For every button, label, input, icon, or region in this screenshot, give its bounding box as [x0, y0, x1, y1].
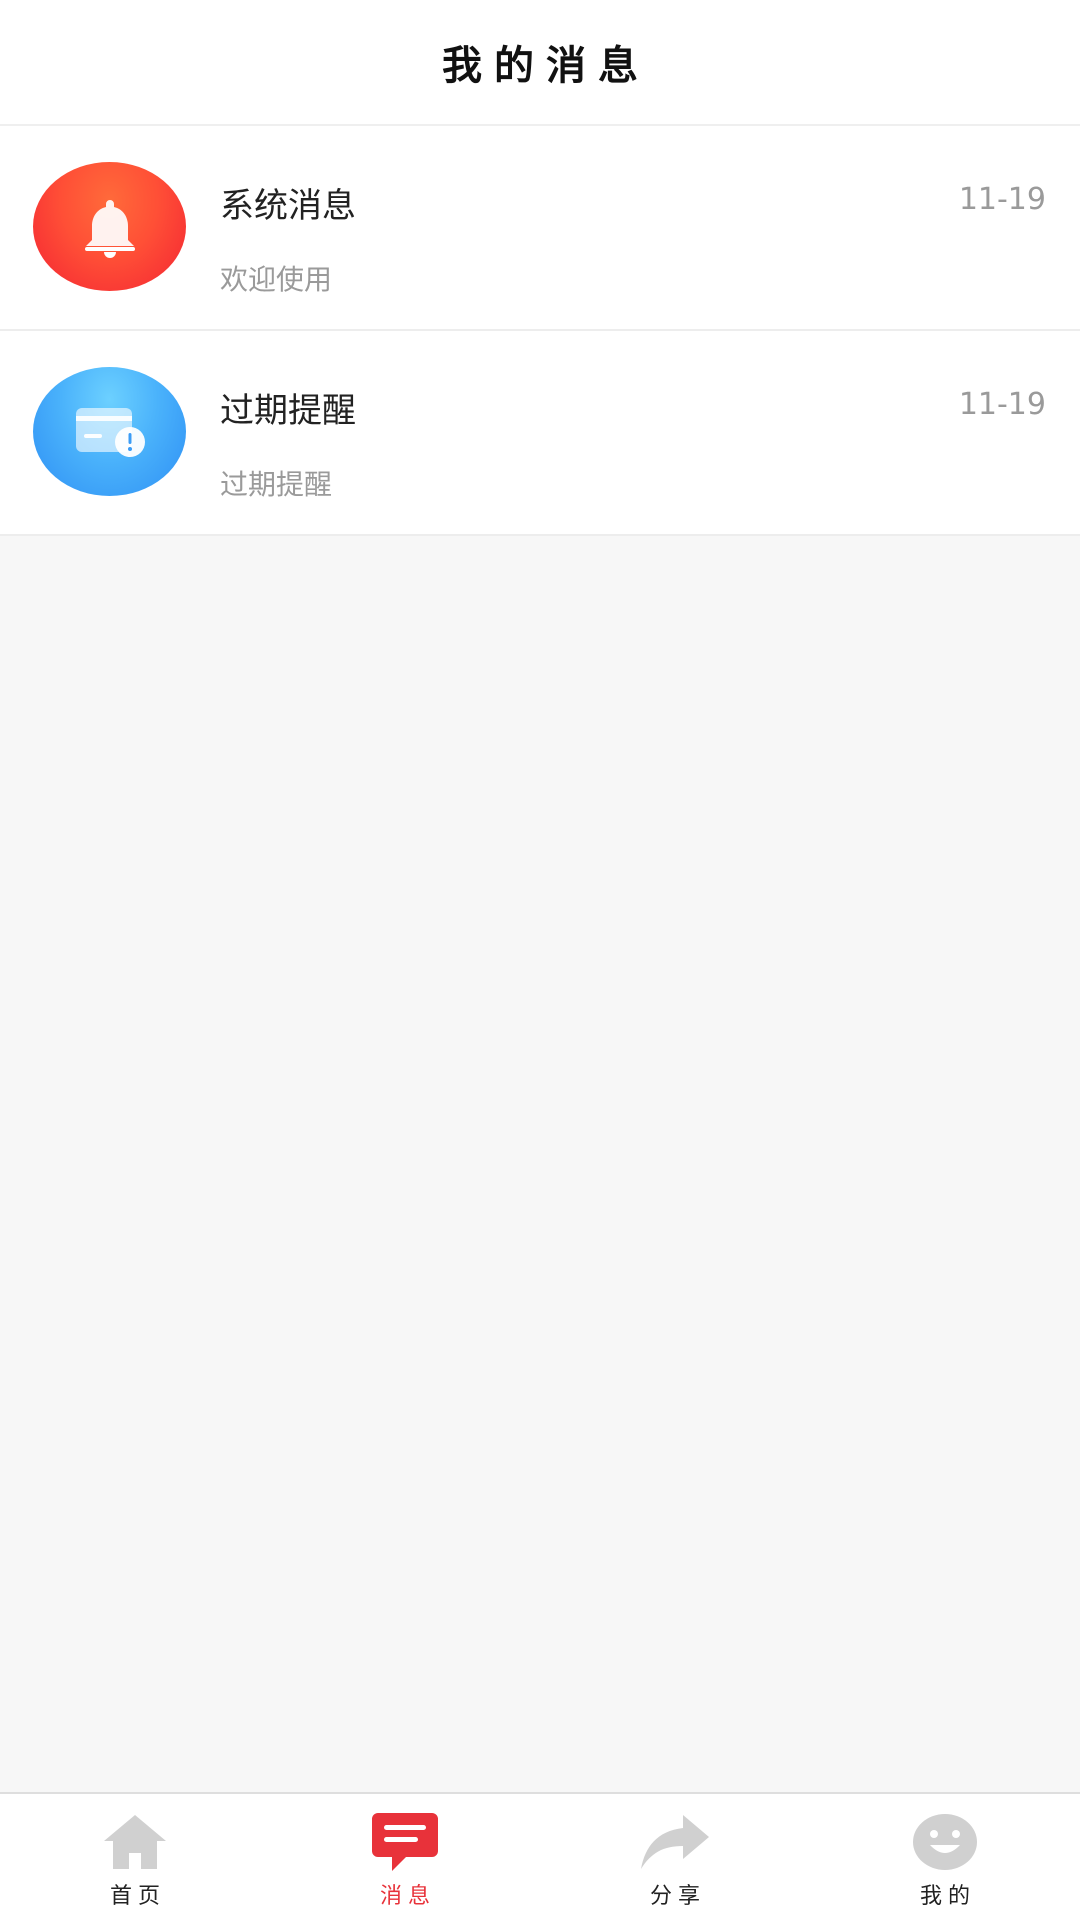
share-icon — [639, 1810, 711, 1874]
header-bar: 我的消息 — [0, 0, 1080, 126]
message-preview: 过期提醒 — [220, 468, 333, 501]
tab-share[interactable]: 分享 — [540, 1794, 810, 1920]
tab-label: 分享 — [649, 1884, 706, 1909]
tab-profile[interactable]: 我的 — [810, 1794, 1080, 1920]
bell-icon — [33, 162, 186, 291]
tab-label: 首页 — [109, 1884, 166, 1909]
message-icon — [370, 1810, 440, 1874]
message-preview: 欢迎使用 — [220, 263, 333, 296]
tab-label: 我的 — [919, 1884, 976, 1909]
message-item-expiry[interactable]: 过期提醒 11-19 过期提醒 — [0, 331, 1080, 536]
message-date: 11-19 — [958, 182, 1046, 217]
message-date: 11-19 — [958, 387, 1046, 422]
message-item-system[interactable]: 系统消息 11-19 欢迎使用 — [0, 126, 1080, 331]
smile-icon — [912, 1810, 978, 1874]
page-title: 我的消息 — [442, 42, 650, 89]
tab-label: 消息 — [379, 1884, 436, 1909]
message-title: 过期提醒 — [220, 391, 356, 431]
tab-home[interactable]: 首页 — [0, 1794, 270, 1920]
tab-messages[interactable]: 消息 — [270, 1794, 540, 1920]
bottom-tab-bar: 首页 消息 分享 我的 — [0, 1792, 1080, 1920]
home-icon — [102, 1810, 168, 1874]
message-title: 系统消息 — [220, 186, 356, 226]
message-list: 系统消息 11-19 欢迎使用 过期提醒 11-19 过期提醒 — [0, 126, 1080, 536]
card-alert-icon — [33, 367, 186, 496]
